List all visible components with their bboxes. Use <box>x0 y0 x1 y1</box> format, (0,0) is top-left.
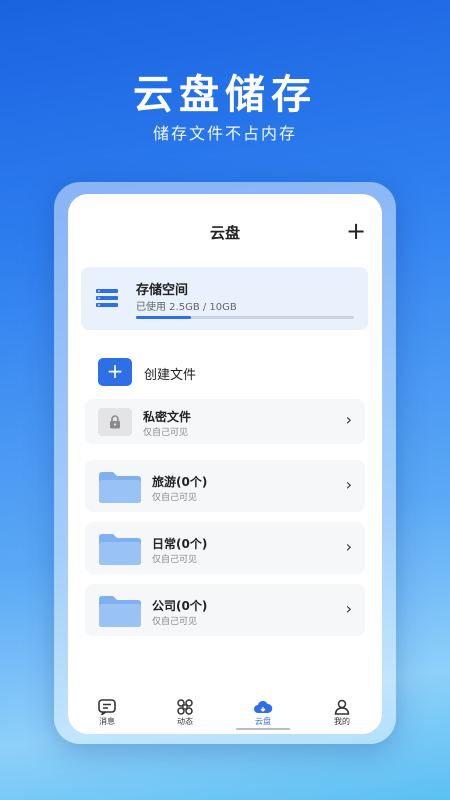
tab-activity[interactable]: 动态 <box>157 696 213 734</box>
chevron-right-icon: › <box>345 475 352 494</box>
hero-subtitle: 储存文件不占内存 <box>152 124 297 143</box>
chevron-right-icon: › <box>345 410 352 429</box>
lock-icon-box <box>98 408 132 436</box>
create-file-button[interactable]: + <box>98 358 132 386</box>
folder-name: 公司(0个) <box>152 599 208 613</box>
storage-progress-bar <box>136 316 354 319</box>
bottom-tab-bar: 消息 动态 云盘 我的 <box>68 696 382 734</box>
lock-icon <box>110 415 120 429</box>
app-screen: 云盘 + 存储空间 已使用 2.5GB / 10GB + 创建文件 私密文件 仅… <box>68 194 382 734</box>
folder-subtitle: 仅自己可见 <box>152 493 198 503</box>
tab-label: 消息 <box>99 717 115 726</box>
page-title: 云盘 <box>209 224 240 242</box>
command-icon <box>177 699 193 715</box>
folder-subtitle: 仅自己可见 <box>152 555 198 565</box>
folder-item-daily[interactable]: 日常(0个) 仅自己可见 › <box>85 522 365 574</box>
add-button[interactable]: + <box>344 218 368 244</box>
active-tab-indicator <box>236 728 290 730</box>
storage-title: 存储空间 <box>136 283 189 298</box>
message-icon <box>98 699 116 715</box>
storage-progress-fill <box>136 316 191 319</box>
create-file-label: 创建文件 <box>144 368 197 383</box>
cloud-icon <box>254 700 273 713</box>
hero-title: 云盘储存 <box>133 72 317 118</box>
folder-icon <box>99 596 141 627</box>
tab-messages[interactable]: 消息 <box>79 696 135 734</box>
private-files-title: 私密文件 <box>143 410 192 424</box>
folder-name: 旅游(0个) <box>152 475 208 489</box>
folder-icon <box>99 472 141 503</box>
folder-name: 日常(0个) <box>152 537 208 551</box>
top-bar: 云盘 + <box>68 218 382 248</box>
tab-label: 动态 <box>177 717 193 726</box>
server-icon <box>96 289 118 307</box>
private-files-item[interactable]: 私密文件 仅自己可见 › <box>85 399 365 444</box>
folder-icon <box>99 534 141 565</box>
storage-usage: 已使用 2.5GB / 10GB <box>136 302 237 313</box>
folder-item-company[interactable]: 公司(0个) 仅自己可见 › <box>85 584 365 636</box>
chevron-right-icon: › <box>345 537 352 556</box>
private-files-subtitle: 仅自己可见 <box>143 428 189 438</box>
chevron-right-icon: › <box>345 599 352 618</box>
user-icon <box>334 699 350 715</box>
tab-profile[interactable]: 我的 <box>314 696 370 734</box>
folder-item-travel[interactable]: 旅游(0个) 仅自己可见 › <box>85 460 365 512</box>
storage-card[interactable]: 存储空间 已使用 2.5GB / 10GB <box>81 267 368 330</box>
tab-label: 我的 <box>334 717 350 726</box>
folder-subtitle: 仅自己可见 <box>152 617 198 627</box>
tab-label: 云盘 <box>255 717 271 726</box>
